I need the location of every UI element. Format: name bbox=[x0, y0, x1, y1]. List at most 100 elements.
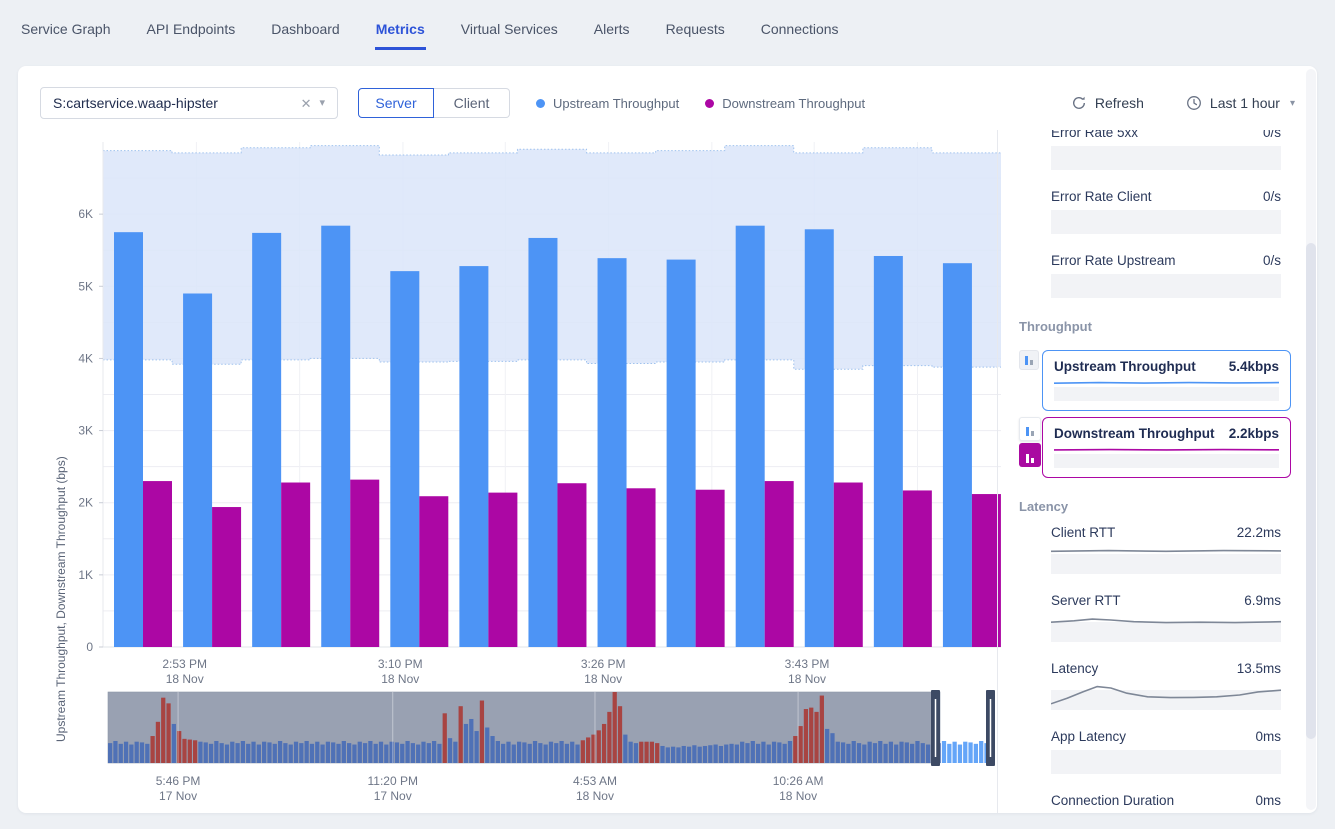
bar-chart-type-icon[interactable] bbox=[1019, 350, 1039, 370]
downstream-bar[interactable] bbox=[281, 483, 310, 647]
metric-row-error-rate-client[interactable]: Error Rate Client 0/s bbox=[1051, 189, 1281, 234]
svg-text:3K: 3K bbox=[78, 424, 93, 438]
brush-handle-right[interactable] bbox=[986, 690, 995, 766]
chart-type-icons bbox=[1019, 350, 1039, 370]
downstream-bar[interactable] bbox=[903, 490, 932, 647]
svg-text:3:26 PM: 3:26 PM bbox=[581, 657, 626, 671]
server-client-toggle: ServerClient bbox=[358, 88, 510, 118]
downstream-bar[interactable] bbox=[488, 493, 517, 647]
metric-row-app-latency[interactable]: App Latency 0ms bbox=[1051, 729, 1281, 774]
upstream-bar[interactable] bbox=[736, 226, 765, 647]
nav-tab-label: Service Graph bbox=[21, 21, 110, 37]
bar-chart-type-icon[interactable] bbox=[1019, 417, 1041, 441]
refresh-button[interactable]: Refresh bbox=[1071, 95, 1144, 111]
metric-label: Error Rate Client bbox=[1051, 189, 1152, 204]
mode-toggle-client[interactable]: Client bbox=[434, 88, 510, 118]
service-select[interactable]: S:cartservice.waap-hipster ✕ ▾ bbox=[40, 87, 338, 119]
chart-pane: Upstream Throughput, Downstream Throughp… bbox=[18, 130, 997, 813]
nav-tab-api-endpoints[interactable]: API Endpoints bbox=[145, 0, 236, 50]
upstream-bar[interactable] bbox=[183, 294, 212, 648]
downstream-bar[interactable] bbox=[557, 483, 586, 647]
nav-tab-service-graph[interactable]: Service Graph bbox=[20, 0, 111, 50]
chevron-down-icon[interactable]: ▾ bbox=[319, 98, 325, 109]
upstream-bar[interactable] bbox=[598, 258, 627, 647]
downstream-bar[interactable] bbox=[212, 507, 241, 647]
nav-tab-virtual-services[interactable]: Virtual Services bbox=[460, 0, 559, 50]
downstream-bar[interactable] bbox=[627, 488, 656, 647]
bar-chart-type-icon[interactable] bbox=[1019, 443, 1041, 467]
clock-icon bbox=[1186, 95, 1202, 111]
nav-tab-connections[interactable]: Connections bbox=[760, 0, 840, 50]
upstream-bar[interactable] bbox=[874, 256, 903, 647]
metric-row-error-rate-5xx[interactable]: Error Rate 5xx 0/s bbox=[1051, 130, 1281, 170]
sparkline-placeholder bbox=[1051, 210, 1281, 234]
throughput-card-downstream[interactable]: Downstream Throughput 2.2kbps bbox=[1042, 417, 1291, 478]
metric-row-error-rate-upstream[interactable]: Error Rate Upstream 0/s bbox=[1051, 253, 1281, 298]
throughput-card-row: Upstream Throughput 5.4kbps bbox=[1019, 350, 1291, 411]
metric-row-connection-duration[interactable]: Connection Duration 0ms bbox=[1051, 793, 1281, 813]
nav-tab-metrics[interactable]: Metrics bbox=[375, 0, 426, 50]
upstream-bar[interactable] bbox=[252, 233, 281, 647]
legend-label: Upstream Throughput bbox=[553, 96, 679, 111]
metrics-sidebar: Error Rate 5xx 0/s Error Rate Client 0/s… bbox=[997, 130, 1317, 813]
sparkline-placeholder bbox=[1051, 146, 1281, 170]
upstream-bar[interactable] bbox=[805, 229, 834, 647]
section-header-latency: Latency bbox=[1019, 499, 1317, 514]
upstream-bar[interactable] bbox=[459, 266, 488, 647]
legend-item[interactable]: Upstream Throughput bbox=[536, 96, 679, 111]
downstream-bar[interactable] bbox=[696, 490, 725, 647]
upstream-bar[interactable] bbox=[114, 232, 143, 647]
clear-icon[interactable]: ✕ bbox=[301, 97, 312, 110]
upstream-bar[interactable] bbox=[943, 263, 972, 647]
section-header-throughput: Throughput bbox=[1019, 319, 1317, 334]
sparkline-placeholder bbox=[1051, 274, 1281, 298]
metric-sparkline bbox=[1051, 750, 1281, 774]
nav-tab-label: Connections bbox=[761, 21, 839, 37]
upstream-bar[interactable] bbox=[390, 271, 419, 647]
nav-tab-label: Metrics bbox=[376, 21, 425, 37]
downstream-bar[interactable] bbox=[419, 496, 448, 647]
upstream-bar[interactable] bbox=[528, 238, 557, 647]
main-bar-chart[interactable]: 01K2K3K4K5K6K2:53 PM18 Nov3:10 PM18 Nov3… bbox=[48, 135, 1003, 690]
metric-row-header: Error Rate Client 0/s bbox=[1051, 189, 1281, 204]
metric-sparkline bbox=[1051, 614, 1281, 642]
nav-tab-dashboard[interactable]: Dashboard bbox=[270, 0, 341, 50]
legend-item[interactable]: Downstream Throughput bbox=[705, 96, 865, 111]
metric-row-header: Connection Duration 0ms bbox=[1051, 793, 1281, 808]
chart-legend: Upstream Throughput Downstream Throughpu… bbox=[536, 96, 865, 111]
throughput-card-upstream[interactable]: Upstream Throughput 5.4kbps bbox=[1042, 350, 1291, 411]
time-range-select[interactable]: Last 1 hour ▾ bbox=[1186, 95, 1295, 111]
card-value: 2.2kbps bbox=[1229, 426, 1279, 441]
legend-dot-icon bbox=[705, 99, 714, 108]
mode-toggle-server[interactable]: Server bbox=[358, 88, 434, 118]
metric-label: Error Rate 5xx bbox=[1051, 130, 1138, 140]
timeline-brush-chart[interactable]: 5:46 PM17 Nov11:20 PM17 Nov4:53 AM18 Nov… bbox=[48, 690, 1003, 813]
legend-dot-icon bbox=[536, 99, 545, 108]
upstream-bar[interactable] bbox=[321, 226, 350, 647]
metrics-panel: S:cartservice.waap-hipster ✕ ▾ ServerCli… bbox=[18, 66, 1317, 813]
brush-handle-left[interactable] bbox=[931, 690, 940, 766]
metric-label: Connection Duration bbox=[1051, 793, 1174, 808]
svg-text:18 Nov: 18 Nov bbox=[779, 789, 817, 803]
service-select-value: S:cartservice.waap-hipster bbox=[53, 95, 293, 111]
nav-tab-label: Virtual Services bbox=[461, 21, 558, 37]
downstream-bar[interactable] bbox=[143, 481, 172, 647]
metric-sparkline bbox=[1051, 682, 1281, 710]
metric-row-header: Error Rate Upstream 0/s bbox=[1051, 253, 1281, 268]
nav-tab-alerts[interactable]: Alerts bbox=[593, 0, 631, 50]
metric-row-header: Client RTT 22.2ms bbox=[1051, 525, 1281, 540]
upstream-bar[interactable] bbox=[667, 260, 696, 647]
metric-sparkline bbox=[1051, 146, 1281, 170]
nav-tab-requests[interactable]: Requests bbox=[665, 0, 726, 50]
downstream-bar[interactable] bbox=[834, 483, 863, 647]
metric-row-server-rtt[interactable]: Server RTT 6.9ms bbox=[1051, 593, 1281, 642]
downstream-bar[interactable] bbox=[350, 480, 379, 647]
downstream-bar[interactable] bbox=[765, 481, 794, 647]
svg-text:18 Nov: 18 Nov bbox=[788, 672, 826, 686]
sidebar-scrollbar-track[interactable] bbox=[1306, 69, 1316, 810]
card-value: 5.4kbps bbox=[1229, 359, 1279, 374]
sidebar-scrollbar-thumb[interactable] bbox=[1306, 243, 1316, 739]
metric-row-latency[interactable]: Latency 13.5ms bbox=[1051, 661, 1281, 710]
metric-row-client-rtt[interactable]: Client RTT 22.2ms bbox=[1051, 525, 1281, 574]
filter-bar: S:cartservice.waap-hipster ✕ ▾ ServerCli… bbox=[40, 87, 1295, 119]
